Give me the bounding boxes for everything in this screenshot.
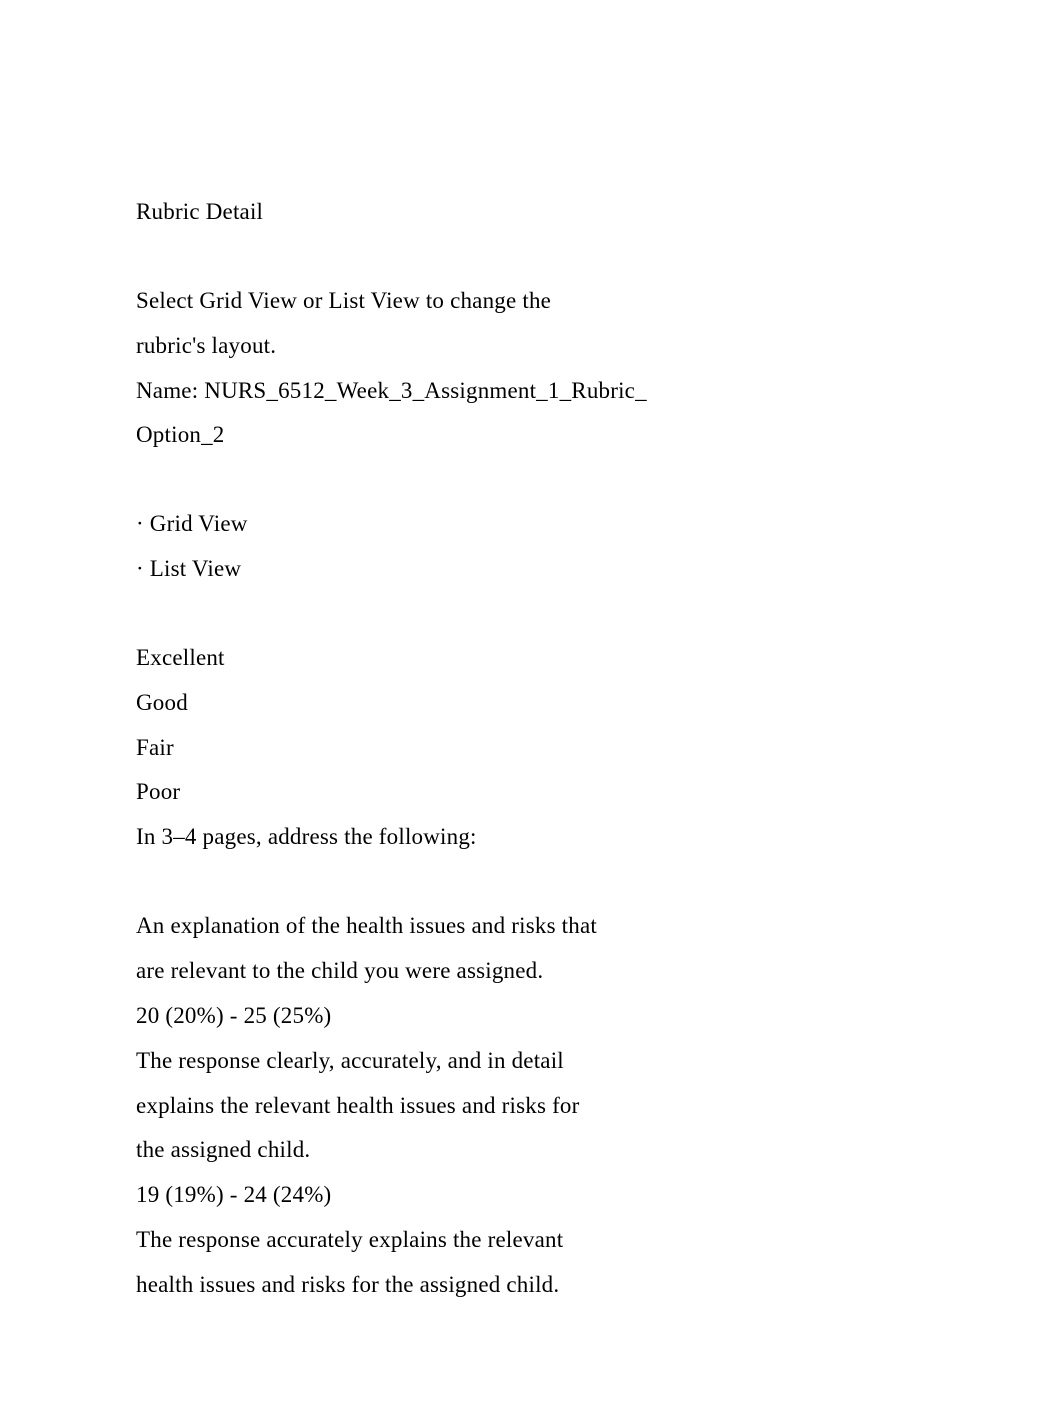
level-poor: Poor bbox=[136, 770, 926, 815]
level-fair: Fair bbox=[136, 726, 926, 771]
rubric-name-line: Name: NURS_6512_Week_3_Assignment_1_Rubr… bbox=[136, 369, 926, 414]
intro-line: Select Grid View or List View to change … bbox=[136, 279, 926, 324]
excellent-description: The response clearly, accurately, and in… bbox=[136, 1039, 926, 1084]
heading-block: Rubric Detail bbox=[136, 190, 926, 235]
levels-block: Excellent Good Fair Poor In 3–4 pages, a… bbox=[136, 636, 926, 860]
grid-view-item: · Grid View bbox=[136, 502, 926, 547]
criterion-description: are relevant to the child you were assig… bbox=[136, 949, 926, 994]
list-view-item: · List View bbox=[136, 547, 926, 592]
rubric-name-line: Option_2 bbox=[136, 413, 926, 458]
views-block: · Grid View · List View bbox=[136, 502, 926, 592]
level-good: Good bbox=[136, 681, 926, 726]
document-page: Rubric Detail Select Grid View or List V… bbox=[0, 0, 1062, 1408]
criterion-description: An explanation of the health issues and … bbox=[136, 904, 926, 949]
good-description: health issues and risks for the assigned… bbox=[136, 1263, 926, 1308]
rubric-detail-heading: Rubric Detail bbox=[136, 190, 926, 235]
criterion-block: An explanation of the health issues and … bbox=[136, 904, 926, 1308]
intro-line: rubric's layout. bbox=[136, 324, 926, 369]
good-description: The response accurately explains the rel… bbox=[136, 1218, 926, 1263]
excellent-description: the assigned child. bbox=[136, 1128, 926, 1173]
excellent-description: explains the relevant health issues and … bbox=[136, 1084, 926, 1129]
good-points: 19 (19%) - 24 (24%) bbox=[136, 1173, 926, 1218]
intro-block: Select Grid View or List View to change … bbox=[136, 279, 926, 458]
level-excellent: Excellent bbox=[136, 636, 926, 681]
excellent-points: 20 (20%) - 25 (25%) bbox=[136, 994, 926, 1039]
instructions-line: In 3–4 pages, address the following: bbox=[136, 815, 926, 860]
